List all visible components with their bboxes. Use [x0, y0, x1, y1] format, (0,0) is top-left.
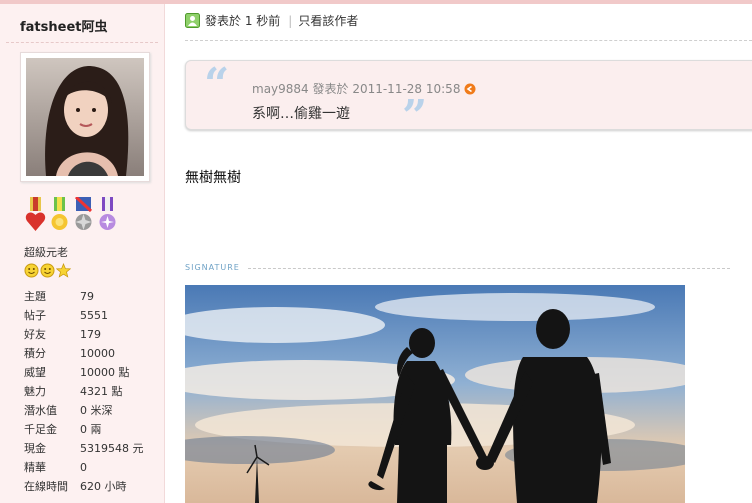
- signature-label: SIGNATURE: [185, 263, 240, 272]
- stat-row-friends: 好友 179: [24, 328, 101, 341]
- stat-row-online-time: 在線時間 620 小時: [24, 480, 127, 493]
- post-message: 無樹無樹: [185, 170, 241, 186]
- stat-row-prestige: 威望 10000 點: [24, 366, 130, 379]
- close-quote-icon: ”: [402, 91, 428, 142]
- sun-medal-icon[interactable]: [48, 197, 71, 233]
- author-sidebar: fatsheet阿虫 超級元老 主題 79 帖子 5551 好友 179 積分 …: [0, 4, 165, 503]
- quote-author: may9884 發表於 2011-11-28 10:58: [252, 82, 461, 96]
- stat-row-topics: 主題 79: [24, 290, 94, 303]
- post-time: 發表於 1 秒前: [205, 14, 281, 28]
- rank-title: 超級元老: [24, 246, 68, 259]
- signature-image: [185, 285, 685, 503]
- stat-row-cash: 現金 5319548 元: [24, 442, 144, 455]
- stat-row-digest: 精華 0: [24, 461, 87, 474]
- author-only-link[interactable]: 只看該作者: [298, 12, 358, 29]
- crossed-medal-icon[interactable]: [72, 197, 95, 233]
- rank-stars: [24, 263, 71, 278]
- stat-row-lurk: 潛水值 0 米深: [24, 404, 113, 417]
- heart-medal-icon[interactable]: [24, 197, 47, 233]
- open-quote-icon: “: [204, 59, 230, 110]
- avatar[interactable]: [20, 52, 150, 182]
- stat-row-gold: 千足金 0 兩: [24, 423, 102, 436]
- post-header: 發表於 1 秒前 | 只看該作者: [185, 12, 358, 29]
- smile-icon: [40, 263, 55, 278]
- jump-to-post-icon[interactable]: [464, 83, 476, 95]
- ribbon-medal-icon[interactable]: [96, 197, 119, 233]
- online-status-icon: [185, 13, 200, 28]
- stat-row-posts: 帖子 5551: [24, 309, 108, 322]
- header-separator: [185, 40, 752, 41]
- quote-text: 系啊…偷雞一遊: [252, 106, 350, 122]
- star-icon: [56, 263, 71, 278]
- sidebar-divider: [6, 42, 158, 43]
- stat-row-charm: 魅力 4321 點: [24, 385, 123, 398]
- stat-row-credits: 積分 10000: [24, 347, 115, 360]
- author-stats: 主題 79 帖子 5551 好友 179 積分 10000 威望 10000 點 魅力 43…: [24, 287, 144, 496]
- avatar-image: [26, 58, 144, 176]
- author-username[interactable]: fatsheet阿虫: [20, 16, 107, 35]
- smile-icon: [24, 263, 39, 278]
- quote-meta: may9884 發表於 2011-11-28 10:58: [252, 80, 476, 97]
- quote-block: “ may9884 發表於 2011-11-28 10:58 系啊…偷雞一遊 ”: [185, 59, 752, 142]
- signature-separator: [248, 268, 730, 269]
- medal-list: [24, 197, 119, 233]
- header-divider: |: [288, 13, 293, 28]
